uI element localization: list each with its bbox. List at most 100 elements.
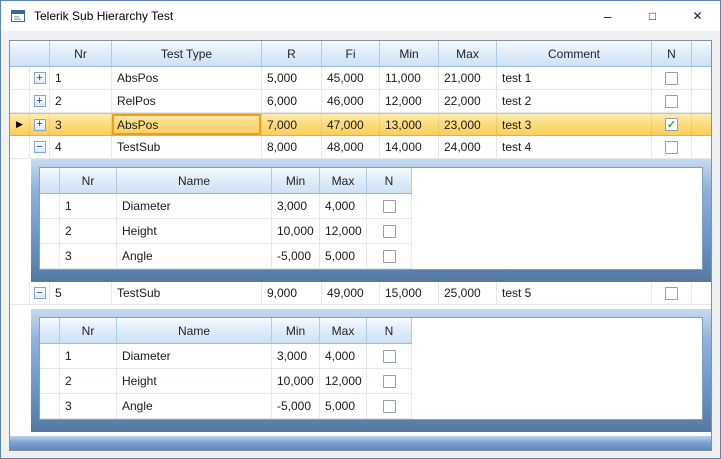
child-row-3[interactable]: 3 Angle -5,000 5,000 — [40, 244, 702, 269]
cell-test-type[interactable]: TestSub — [112, 136, 262, 158]
row-header-cell[interactable] — [10, 282, 30, 304]
cell-nr[interactable]: 3 — [50, 114, 112, 135]
cell-min[interactable]: 14,000 — [380, 136, 439, 158]
row-checkbox-checked[interactable]: ✓ — [665, 118, 678, 131]
child-row-header-cell[interactable] — [40, 344, 60, 369]
child-cell-nr[interactable]: 3 — [60, 394, 117, 419]
expand-plus-icon[interactable]: + — [34, 95, 46, 107]
child-column-header-max[interactable]: Max — [320, 168, 367, 194]
cell-nr[interactable]: 4 — [50, 136, 112, 158]
cell-fi[interactable]: 49,000 — [322, 282, 380, 304]
row-header-cell[interactable] — [10, 67, 30, 89]
cell-comment[interactable]: test 3 — [497, 114, 652, 135]
cell-nr[interactable]: 1 — [50, 67, 112, 89]
child-cell-max[interactable]: 5,000 — [320, 244, 367, 269]
child-row-checkbox[interactable] — [383, 400, 396, 413]
child-row-1[interactable]: 1 Diameter 3,000 4,000 — [40, 194, 702, 219]
column-header-min[interactable]: Min — [380, 41, 439, 66]
cell-comment[interactable]: test 2 — [497, 90, 652, 112]
cell-r[interactable]: 6,000 — [262, 90, 322, 112]
cell-nr[interactable]: 2 — [50, 90, 112, 112]
child-row-header-cell[interactable] — [40, 194, 60, 219]
titlebar[interactable]: Telerik Sub Hierarchy Test – □ ✕ — [1, 1, 720, 31]
row-checkbox[interactable] — [665, 141, 678, 154]
child-cell-max[interactable]: 5,000 — [320, 394, 367, 419]
cell-min[interactable]: 13,000 — [380, 114, 439, 135]
child-row-header-cell[interactable] — [40, 244, 60, 269]
cell-r[interactable]: 5,000 — [262, 67, 322, 89]
child-cell-min[interactable]: 10,000 — [272, 369, 320, 394]
child-cell-min[interactable]: 3,000 — [272, 194, 320, 219]
cell-max[interactable]: 24,000 — [439, 136, 497, 158]
child-cell-name[interactable]: Height — [117, 369, 272, 394]
cell-r[interactable]: 8,000 — [262, 136, 322, 158]
child-cell-min[interactable]: 3,000 — [272, 344, 320, 369]
cell-test-type[interactable]: TestSub — [112, 282, 262, 304]
cell-max[interactable]: 25,000 — [439, 282, 497, 304]
child-column-header-name[interactable]: Name — [117, 318, 272, 344]
cell-comment[interactable]: test 4 — [497, 136, 652, 158]
column-header-nr[interactable]: Nr — [50, 41, 112, 66]
child-cell-name[interactable]: Diameter — [117, 344, 272, 369]
child-row-checkbox[interactable] — [383, 375, 396, 388]
maximize-button[interactable]: □ — [630, 1, 675, 31]
collapse-minus-icon[interactable]: − — [34, 287, 46, 299]
child-column-header-min[interactable]: Min — [272, 168, 320, 194]
collapse-minus-icon[interactable]: − — [34, 141, 46, 153]
cell-comment[interactable]: test 5 — [497, 282, 652, 304]
child-cell-name[interactable]: Height — [117, 219, 272, 244]
row-checkbox[interactable] — [665, 95, 678, 108]
child-row-checkbox[interactable] — [383, 200, 396, 213]
child-cell-nr[interactable]: 2 — [60, 219, 117, 244]
row-checkbox[interactable] — [665, 287, 678, 300]
child-row-header-cell[interactable] — [40, 394, 60, 419]
cell-max[interactable]: 23,000 — [439, 114, 497, 135]
child-cell-min[interactable]: -5,000 — [272, 394, 320, 419]
cell-fi[interactable]: 48,000 — [322, 136, 380, 158]
child-column-header-n[interactable]: N — [367, 168, 412, 194]
cell-test-type[interactable]: RelPos — [112, 90, 262, 112]
child-cell-max[interactable]: 4,000 — [320, 194, 367, 219]
column-header-max[interactable]: Max — [439, 41, 497, 66]
app-icon[interactable] — [10, 8, 26, 24]
cell-test-type[interactable]: AbsPos — [112, 67, 262, 89]
child-column-header-max[interactable]: Max — [320, 318, 367, 344]
child-row-header-cell[interactable] — [40, 369, 60, 394]
cell-min[interactable]: 12,000 — [380, 90, 439, 112]
column-header-r[interactable]: R — [262, 41, 322, 66]
child-column-header-name[interactable]: Name — [117, 168, 272, 194]
cell-r[interactable]: 7,000 — [262, 114, 322, 135]
cell-test-type-current[interactable]: AbsPos — [112, 114, 262, 135]
cell-fi[interactable]: 46,000 — [322, 90, 380, 112]
child-column-header-min[interactable]: Min — [272, 318, 320, 344]
child-cell-max[interactable]: 12,000 — [320, 219, 367, 244]
cell-max[interactable]: 22,000 — [439, 90, 497, 112]
child-row-2[interactable]: 2 Height 10,000 12,000 — [40, 219, 702, 244]
cell-nr[interactable]: 5 — [50, 282, 112, 304]
close-button[interactable]: ✕ — [675, 1, 720, 31]
child-row-2[interactable]: 2 Height 10,000 12,000 — [40, 369, 702, 394]
row-checkbox[interactable] — [665, 72, 678, 85]
cell-max[interactable]: 21,000 — [439, 67, 497, 89]
column-header-fi[interactable]: Fi — [322, 41, 380, 66]
child-cell-min[interactable]: 10,000 — [272, 219, 320, 244]
child-cell-nr[interactable]: 3 — [60, 244, 117, 269]
cell-fi[interactable]: 47,000 — [322, 114, 380, 135]
child-column-header-nr[interactable]: Nr — [60, 168, 117, 194]
main-row-2[interactable]: + 2 RelPos 6,000 46,000 12,000 22,000 te… — [10, 90, 711, 113]
child-row-header-cell[interactable] — [40, 219, 60, 244]
child-row-3[interactable]: 3 Angle -5,000 5,000 — [40, 394, 702, 419]
column-header-test-type[interactable]: Test Type — [112, 41, 262, 66]
row-header-cell[interactable] — [10, 136, 30, 158]
row-header-cell[interactable] — [10, 90, 30, 112]
child-cell-name[interactable]: Angle — [117, 394, 272, 419]
cell-r[interactable]: 9,000 — [262, 282, 322, 304]
child-row-checkbox[interactable] — [383, 225, 396, 238]
child-row-checkbox[interactable] — [383, 350, 396, 363]
cell-min[interactable]: 15,000 — [380, 282, 439, 304]
child-cell-nr[interactable]: 1 — [60, 344, 117, 369]
cell-comment[interactable]: test 1 — [497, 67, 652, 89]
cell-min[interactable]: 11,000 — [380, 67, 439, 89]
main-row-4[interactable]: − 4 TestSub 8,000 48,000 14,000 24,000 t… — [10, 136, 711, 159]
child-column-header-n[interactable]: N — [367, 318, 412, 344]
